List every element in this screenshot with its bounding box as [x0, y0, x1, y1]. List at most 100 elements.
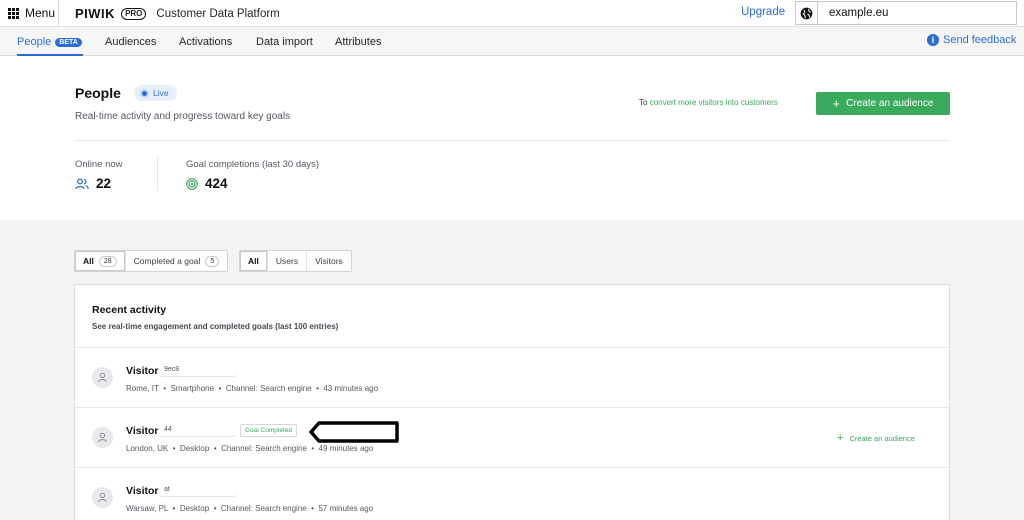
filter-completed-goal[interactable]: Completed a goal 5	[124, 251, 228, 271]
panel-title: Recent activity	[92, 304, 167, 316]
online-now-label: Online now	[75, 159, 123, 170]
live-label: Live	[153, 88, 169, 98]
filter-all-label: All	[83, 256, 94, 266]
row-create-audience-label: Create an audience	[849, 434, 915, 443]
info-icon: i	[927, 34, 939, 46]
globe-icon	[796, 2, 818, 24]
activity-row[interactable]: Visitor 44 Goal Completed London, UK • D…	[75, 408, 949, 468]
filter-completed-goal-count: 5	[205, 255, 220, 267]
avatar	[92, 367, 113, 388]
row-create-audience-button[interactable]: + Create an audience	[837, 433, 915, 444]
visitor-channel: Channel: Search engine	[221, 444, 307, 453]
goal-completions-value: 424	[205, 176, 228, 191]
activity-row[interactable]: Visitor at Warsaw, PL • Desktop • Channe…	[75, 468, 949, 520]
meta-separator: •	[172, 444, 176, 453]
type-users[interactable]: Users	[266, 251, 306, 271]
stat-divider	[157, 157, 158, 191]
meta-separator: •	[311, 444, 315, 453]
people-header: People Live Real-time activity and progr…	[0, 56, 1024, 220]
visitor-id: 9ec8	[161, 365, 237, 377]
visitor-channel: Channel: Search engine	[225, 384, 312, 393]
header-divider	[75, 140, 950, 141]
visitor-meta: Warsaw, PL • Desktop • Channel: Search e…	[126, 504, 373, 513]
online-now-stat: 22	[75, 176, 111, 191]
live-dot-icon	[142, 90, 147, 96]
filter-all-count: 28	[98, 255, 117, 267]
convert-prefix: To	[639, 98, 648, 107]
meta-separator: •	[163, 384, 167, 393]
visitor-device: Smartphone	[170, 384, 215, 393]
visitor-device: Desktop	[179, 504, 210, 513]
meta-separator: •	[213, 504, 217, 513]
plus-icon: +	[832, 96, 841, 111]
recent-activity-panel: Recent activity See real-time engagement…	[74, 284, 950, 520]
visitor-time: 43 minutes ago	[323, 384, 379, 393]
brand-pro-badge: PRO	[121, 7, 147, 20]
tab-attributes[interactable]: Attributes	[335, 36, 381, 48]
goal-completions-label: Goal completions (last 30 days)	[186, 159, 320, 170]
type-visitors[interactable]: Visitors	[306, 251, 351, 271]
filter-completed-goal-label: Completed a goal	[133, 256, 201, 266]
goal-completions-stat: 424	[186, 176, 228, 191]
tab-people-label: People	[17, 36, 52, 48]
menu-button[interactable]: Menu	[0, 0, 59, 26]
user-icon	[98, 492, 107, 503]
pointer-arrow-icon	[309, 421, 399, 443]
tab-audiences[interactable]: Audiences	[105, 36, 156, 48]
page-subtitle: Real-time activity and progress toward k…	[75, 111, 291, 122]
tab-people[interactable]: People BETA	[17, 36, 82, 48]
convert-note: To convert more visitors into customers	[639, 98, 778, 107]
type-all[interactable]: All	[240, 251, 267, 271]
create-audience-button[interactable]: + Create an audience	[816, 92, 950, 115]
visitor-id: 44	[161, 425, 237, 437]
activity-row[interactable]: Visitor 9ec8 Rome, IT • Smartphone • Cha…	[75, 348, 949, 408]
plus-icon: +	[837, 432, 844, 444]
avatar	[92, 427, 113, 448]
send-feedback-link[interactable]: i Send feedback	[927, 34, 1016, 46]
meta-separator: •	[172, 504, 176, 513]
brand[interactable]: PIWIK PRO Customer Data Platform	[75, 6, 280, 21]
visitor-device: Desktop	[179, 444, 210, 453]
main-nav: People BETA Audiences Activations Data im…	[0, 27, 1024, 56]
site-selector[interactable]: example.eu	[795, 1, 1017, 25]
upgrade-link[interactable]: Upgrade	[741, 6, 785, 18]
target-icon	[186, 177, 198, 190]
top-bar: Menu PIWIK PRO Customer Data Platform Up…	[0, 0, 1024, 27]
visitor-id: at	[161, 485, 237, 497]
activity-filter: All 28 Completed a goal 5	[74, 250, 229, 272]
visitor-name: Visitor	[126, 485, 159, 497]
live-badge: Live	[134, 85, 177, 101]
visitor-meta: Rome, IT • Smartphone • Channel: Search …	[126, 384, 378, 393]
convert-link[interactable]: convert more visitors into customers	[650, 98, 778, 107]
meta-separator: •	[213, 444, 217, 453]
page-title: People	[75, 85, 121, 101]
site-name: example.eu	[829, 7, 889, 19]
avatar	[92, 487, 113, 508]
send-feedback-label: Send feedback	[943, 34, 1017, 46]
meta-separator: •	[316, 384, 319, 393]
goal-completed-badge: Goal Completed	[240, 424, 297, 437]
create-audience-label: Create an audience	[846, 98, 934, 109]
online-now-value: 22	[96, 176, 112, 191]
visitor-name: Visitor	[126, 425, 159, 437]
panel-header: Recent activity See real-time engagement…	[75, 285, 949, 348]
visitor-channel: Channel: Search engine	[220, 504, 307, 513]
visitor-location: London, UK	[126, 444, 169, 453]
meta-separator: •	[311, 504, 314, 513]
product-name: Customer Data Platform	[156, 7, 280, 20]
filter-all[interactable]: All 28	[75, 251, 125, 271]
visitor-time: 57 minutes ago	[318, 504, 374, 513]
visitor-time: 49 minutes ago	[318, 444, 374, 453]
visitor-name: Visitor	[126, 365, 159, 377]
grid-icon	[8, 7, 19, 19]
brand-logo: PIWIK	[75, 6, 116, 21]
user-icon	[98, 372, 107, 383]
visitor-location: Rome, IT	[126, 384, 159, 393]
meta-separator: •	[218, 384, 222, 393]
user-icon	[98, 432, 107, 443]
users-icon	[75, 177, 89, 189]
panel-subtitle: See real-time engagement and completed g…	[92, 322, 339, 331]
tab-data-import[interactable]: Data import	[256, 36, 313, 48]
tab-activations[interactable]: Activations	[179, 36, 232, 48]
menu-label: Menu	[25, 6, 56, 20]
